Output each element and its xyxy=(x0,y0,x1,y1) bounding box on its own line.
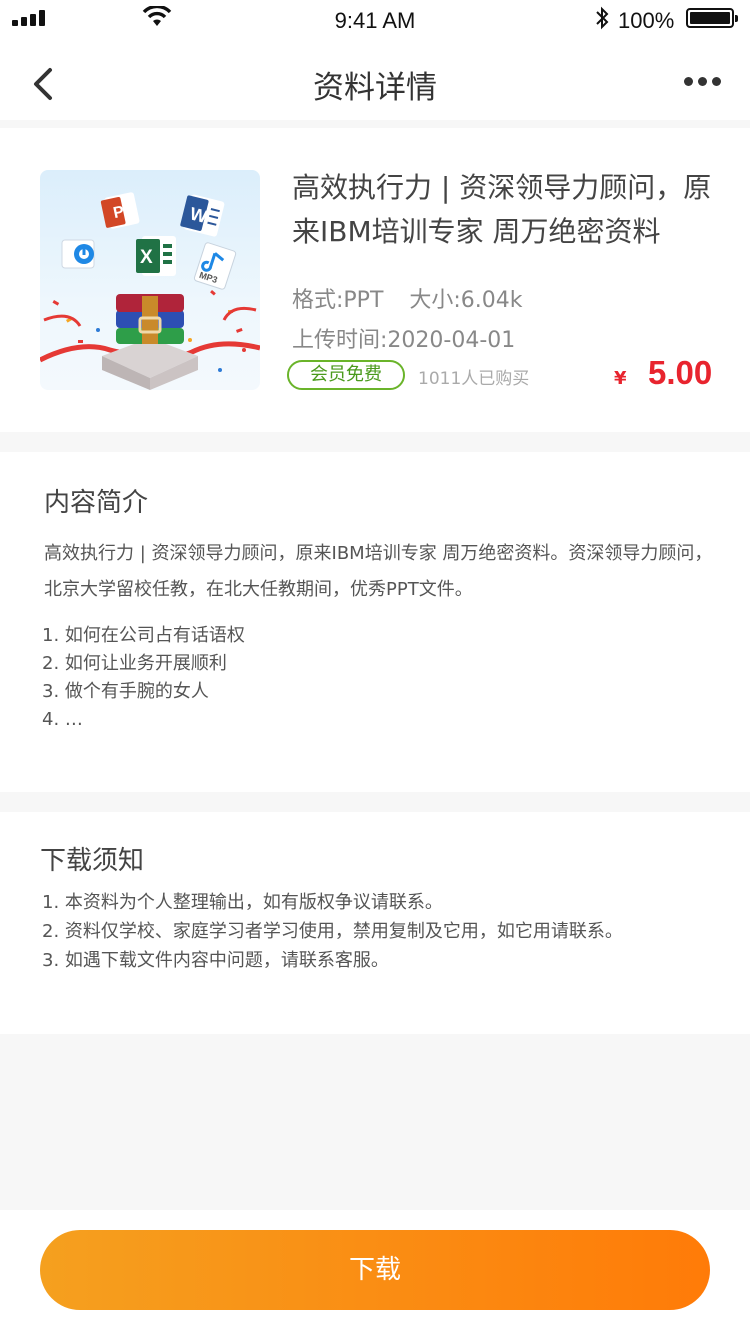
buyer-count: 1011人已购买 xyxy=(418,369,530,389)
battery-percentage: 100% xyxy=(618,8,675,33)
list-item: 3. 如遇下载文件内容中问题，请联系客服。 xyxy=(42,950,389,971)
intro-list: 1. 如何在公司占有话语权 2. 如何让业务开展顺利 3. 做个有手腕的女人 4… xyxy=(42,622,245,734)
notice-list: 1. 本资料为个人整理输出，如有版权争议请联系。 2. 资料仅学校、家庭学习者学… xyxy=(42,888,623,975)
download-notice-section: 下载须知 1. 本资料为个人整理输出，如有版权争议请联系。 2. 资料仅学校、家… xyxy=(0,812,750,1034)
product-title: 高效执行力 | 资深领导力顾问，原来IBM培训专家 周万绝密资料 xyxy=(292,171,712,248)
product-meta: 格式:PPT 大小:6.04k xyxy=(292,282,523,314)
member-free-badge: 会员免费 xyxy=(287,360,405,390)
intro-heading: 内容简介 xyxy=(44,488,149,518)
notice-heading: 下载须知 xyxy=(40,846,145,876)
list-item: 3. 做个有手腕的女人 xyxy=(42,681,209,702)
bottom-bar: 下载 xyxy=(0,1210,750,1334)
list-item: 1. 如何在公司占有话语权 xyxy=(42,625,245,646)
list-item: 1. 本资料为个人整理输出，如有版权争议请联系。 xyxy=(42,892,443,913)
product-size: 大小:6.04k xyxy=(409,288,523,313)
list-item: 2. 如何让业务开展顺利 xyxy=(42,653,227,674)
bluetooth-icon xyxy=(596,6,609,30)
list-item: 4. … xyxy=(42,709,83,730)
intro-text: 高效执行力 | 资深领导力顾问，原来IBM培训专家 周万绝密资料。资深领导力顾问… xyxy=(44,543,713,600)
product-thumbnail: P W X MP3 xyxy=(40,170,260,390)
list-item: 2. 资料仅学校、家庭学习者学习使用，禁用复制及它用，如它用请联系。 xyxy=(42,921,623,942)
thumbnail-excel-letter: X xyxy=(140,247,153,268)
download-button[interactable]: 下载 xyxy=(40,1230,710,1310)
more-icon[interactable] xyxy=(680,74,724,90)
product-upload-time: 上传时间:2020-04-01 xyxy=(292,328,516,353)
battery-icon xyxy=(686,8,738,28)
status-bar: 9:41 AM 100% xyxy=(0,0,750,40)
nav-bar: 资料详情 xyxy=(0,40,750,120)
price-currency-symbol: ¥ xyxy=(614,368,627,389)
product-card: P W X MP3 高效执行力 | 资深领导力顾问，原来IBM培训专家 周万绝密… xyxy=(0,128,750,432)
product-price: 5.00 xyxy=(648,354,713,391)
product-format: 格式:PPT xyxy=(292,288,384,313)
page-title: 资料详情 xyxy=(313,70,437,106)
intro-section: 内容简介 高效执行力 | 资深领导力顾问，原来IBM培训专家 周万绝密资料。资深… xyxy=(0,452,750,792)
